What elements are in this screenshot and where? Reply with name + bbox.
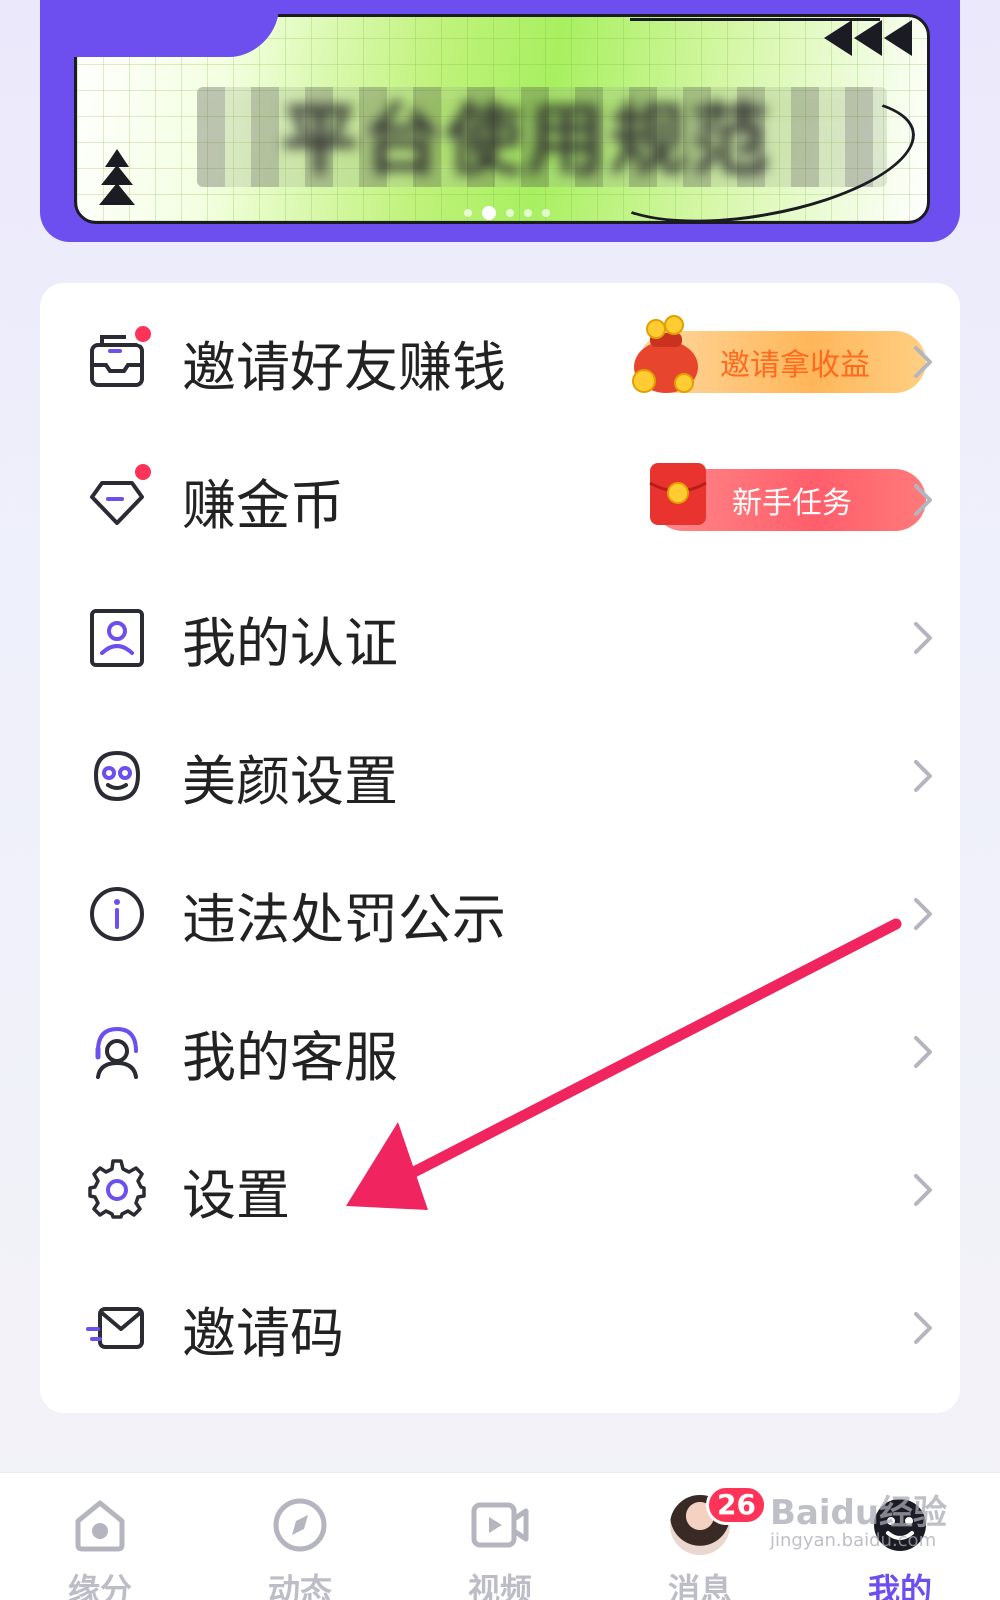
envelope-icon: [86, 323, 154, 393]
nav-label: 我的: [867, 1571, 932, 1600]
money-bag-icon: [632, 315, 698, 393]
notification-dot: [132, 323, 154, 345]
menu-item-my-verification[interactable]: 我的认证: [40, 569, 960, 707]
unread-count-badge: 26: [706, 1485, 767, 1525]
mail-fast-icon: [86, 1297, 148, 1359]
home-icon: [70, 1495, 130, 1555]
nav-label: 缘分: [67, 1571, 132, 1600]
id-card-icon: [86, 607, 148, 669]
promo-label: 邀请拿收益: [720, 348, 870, 383]
menu-item-invite-friends[interactable]: 邀请好友赚钱 邀请拿收益: [40, 293, 960, 431]
carousel-dot[interactable]: [542, 209, 550, 217]
compass-icon: [270, 1495, 330, 1555]
menu-card: 邀请好友赚钱 邀请拿收益 赚金币 新手任务 我的认证 美颜设置 违法处罚公示 我…: [40, 283, 960, 1413]
carousel-dot[interactable]: [506, 209, 514, 217]
headset-icon: [86, 1021, 148, 1083]
nav-label: 视频: [467, 1571, 532, 1600]
chevron-right-icon: [908, 756, 938, 796]
promo-label: 新手任务: [732, 486, 852, 521]
menu-item-label: 赚金币: [182, 473, 344, 537]
menu-item-customer-service[interactable]: 我的客服: [40, 983, 960, 1121]
menu-item-label: 邀请码: [182, 1301, 344, 1365]
menu-item-label: 违法处罚公示: [182, 887, 506, 951]
carousel-dot-active[interactable]: [482, 206, 496, 220]
menu-item-label: 我的认证: [182, 611, 398, 675]
video-icon: [470, 1495, 530, 1555]
chevron-right-icon: [908, 1170, 938, 1210]
menu-item-earn-coins[interactable]: 赚金币 新手任务: [40, 431, 960, 569]
menu-item-invite-code[interactable]: 邀请码: [40, 1259, 960, 1397]
chevron-right-icon: [908, 480, 938, 520]
triple-arrow-icon: [824, 20, 912, 56]
invite-reward-promo[interactable]: 邀请拿收益: [632, 315, 926, 393]
watermark: Baidu经验 jingyan.baidu.com: [770, 1496, 970, 1566]
banner-carousel[interactable]: 平台使用规范: [40, 0, 960, 242]
info-icon: [86, 883, 148, 945]
menu-item-label: 设置: [182, 1163, 290, 1227]
notification-dot: [132, 461, 154, 483]
banner-corner-tab: [40, 0, 282, 57]
nav-label: 消息: [667, 1571, 732, 1600]
chevron-right-icon: [908, 618, 938, 658]
nav-tab-video[interactable]: 视频: [440, 1473, 560, 1600]
watermark-url: jingyan.baidu.com: [770, 1530, 937, 1551]
nav-tab-fate[interactable]: 缘分: [40, 1473, 160, 1600]
chevron-right-icon: [908, 894, 938, 934]
menu-item-label: 美颜设置: [182, 749, 398, 813]
menu-item-beauty-settings[interactable]: 美颜设置: [40, 707, 960, 845]
nav-tab-moments[interactable]: 动态: [240, 1473, 360, 1600]
watermark-text: Baidu经验: [770, 1493, 948, 1533]
tree-decoration-icon: [99, 149, 135, 205]
nav-label: 动态: [267, 1571, 332, 1600]
nav-tab-messages[interactable]: 26 消息: [640, 1473, 767, 1600]
chevron-right-icon: [908, 342, 938, 382]
menu-item-settings[interactable]: 设置: [40, 1121, 960, 1259]
menu-item-label: 邀请好友赚钱: [182, 335, 506, 399]
face-icon: [86, 745, 148, 807]
menu-item-violation-notice[interactable]: 违法处罚公示: [40, 845, 960, 983]
menu-item-label: 我的客服: [182, 1025, 398, 1089]
red-envelope-icon: [649, 463, 707, 525]
carousel-indicator: [464, 206, 550, 220]
carousel-dot[interactable]: [464, 209, 472, 217]
newbie-task-promo[interactable]: 新手任务: [649, 463, 926, 531]
carousel-dot[interactable]: [524, 209, 532, 217]
diamond-icon: [86, 461, 154, 531]
gear-icon: [86, 1159, 148, 1221]
chevron-right-icon: [908, 1308, 938, 1348]
chevron-right-icon: [908, 1032, 938, 1072]
